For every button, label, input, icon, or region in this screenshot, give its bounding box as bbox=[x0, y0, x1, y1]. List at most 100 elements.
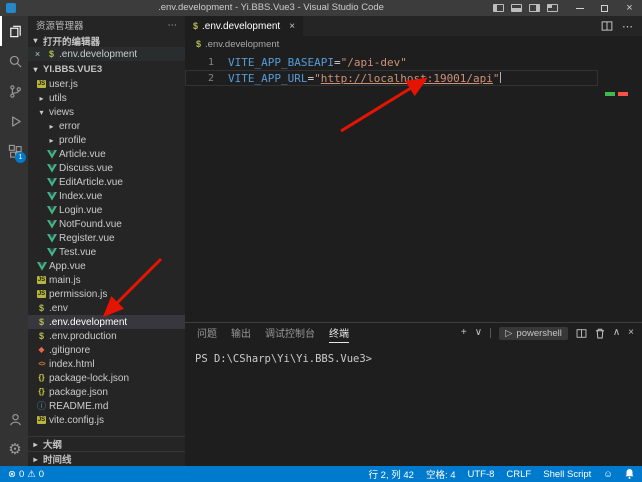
project-root-header[interactable]: ▾ YI.BBS.VUE3 bbox=[28, 61, 185, 77]
tree-item-utils[interactable]: ▸utils bbox=[28, 91, 185, 105]
env-key: VITE_APP_BASEAPI bbox=[228, 56, 334, 69]
chevron-right-icon: ▸ bbox=[28, 440, 43, 449]
close-button[interactable]: × bbox=[617, 0, 642, 16]
code-line-1: 1 VITE_APP_BASEAPI="/api-dev" bbox=[185, 54, 598, 70]
tree-item-NotFound.vue[interactable]: NotFound.vue bbox=[28, 217, 185, 231]
open-editor-item[interactable]: × $ .env.development bbox=[28, 47, 185, 61]
tree-item-package.json[interactable]: {}package.json bbox=[28, 385, 185, 399]
cursor-position[interactable]: 行 2, 列 42 bbox=[369, 467, 414, 481]
explorer-icon[interactable] bbox=[0, 16, 28, 46]
tree-item-Login.vue[interactable]: Login.vue bbox=[28, 203, 185, 217]
bell-icon[interactable] bbox=[625, 469, 634, 479]
error-icon: ⊗ bbox=[8, 469, 16, 480]
tree-item-vite.config.js[interactable]: JSvite.config.js bbox=[28, 413, 185, 427]
status-left: ⊗ 0 ⚠ 0 bbox=[8, 469, 44, 480]
tree-item-permission.js[interactable]: JSpermission.js bbox=[28, 287, 185, 301]
js-file-icon: JS bbox=[34, 416, 49, 424]
vscode-window: .env.development - Yi.BBS.Vue3 - Visual … bbox=[0, 0, 642, 482]
close-panel-icon[interactable]: × bbox=[628, 328, 634, 338]
vscode-logo-icon bbox=[6, 3, 16, 13]
tree-item-user.js[interactable]: JSuser.js bbox=[28, 77, 185, 91]
vue-file-icon bbox=[44, 248, 59, 257]
tab-env-development[interactable]: $ .env.development × bbox=[185, 16, 303, 36]
new-terminal-icon[interactable]: + bbox=[461, 328, 467, 338]
tree-item-EditArticle.vue[interactable]: EditArticle.vue bbox=[28, 175, 185, 189]
toggle-panel-icon[interactable] bbox=[511, 4, 522, 12]
more-actions-icon[interactable]: ⋯ bbox=[622, 20, 633, 33]
kill-terminal-icon[interactable] bbox=[595, 328, 605, 339]
extensions-icon[interactable]: 1 bbox=[0, 136, 28, 166]
tree-item-.gitignore[interactable]: ◆.gitignore bbox=[28, 343, 185, 357]
customize-layout-icon[interactable] bbox=[547, 4, 558, 12]
window-title: .env.development - Yi.BBS.Vue3 - Visual … bbox=[60, 0, 482, 16]
tab-problems[interactable]: 问题 bbox=[197, 323, 217, 343]
tree-item-README.md[interactable]: ⓘREADME.md bbox=[28, 399, 185, 413]
vue-file-icon bbox=[44, 150, 59, 159]
tree-item-Discuss.vue[interactable]: Discuss.vue bbox=[28, 161, 185, 175]
tree-item-.env.production[interactable]: $.env.production bbox=[28, 329, 185, 343]
terminal-icon: ▷ bbox=[505, 328, 512, 339]
toggle-sidebar-icon[interactable] bbox=[493, 4, 504, 12]
tree-item-main.js[interactable]: JSmain.js bbox=[28, 273, 185, 287]
tree-item-views[interactable]: ▾views bbox=[28, 105, 185, 119]
breadcrumb[interactable]: $ .env.development bbox=[185, 36, 642, 52]
indentation-status[interactable]: 空格: 4 bbox=[426, 467, 456, 481]
tree-item-.env.development[interactable]: $.env.development bbox=[28, 315, 185, 329]
settings-gear-icon[interactable]: ⚙ bbox=[0, 434, 28, 464]
encoding-status[interactable]: UTF-8 bbox=[468, 469, 495, 480]
vue-file-icon bbox=[44, 206, 59, 215]
problems-status[interactable]: ⊗ 0 ⚠ 0 bbox=[8, 469, 44, 480]
tree-item-package-lock.json[interactable]: {}package-lock.json bbox=[28, 371, 185, 385]
tree-item-Article.vue[interactable]: Article.vue bbox=[28, 147, 185, 161]
eol-status[interactable]: CRLF bbox=[506, 469, 531, 480]
extensions-badge: 1 bbox=[15, 152, 26, 163]
status-right: 行 2, 列 42 空格: 4 UTF-8 CRLF Shell Script … bbox=[369, 467, 634, 481]
timeline-section-header[interactable]: ▸ 时间线 bbox=[28, 451, 185, 466]
account-icon[interactable] bbox=[0, 404, 28, 434]
chevron-down-icon[interactable]: ∨ bbox=[475, 328, 482, 338]
close-icon[interactable]: × bbox=[31, 49, 44, 59]
tree-item-profile[interactable]: ▸profile bbox=[28, 133, 185, 147]
env-value: "/api-dev" bbox=[341, 56, 407, 69]
tree-item-.env[interactable]: $.env bbox=[28, 301, 185, 315]
close-icon[interactable]: × bbox=[289, 21, 295, 32]
search-icon[interactable] bbox=[0, 46, 28, 76]
split-editor-icon[interactable] bbox=[601, 20, 613, 32]
minimize-button[interactable] bbox=[567, 0, 592, 16]
tree-item-Test.vue[interactable]: Test.vue bbox=[28, 245, 185, 259]
vue-file-icon bbox=[44, 192, 59, 201]
outline-section-header[interactable]: ▸ 大纲 bbox=[28, 436, 185, 451]
panel-actions: + ∨ ▷ powershell ∧ × bbox=[461, 327, 634, 340]
split-terminal-icon[interactable] bbox=[576, 328, 587, 339]
code-line-2: 2 VITE_APP_URL="http://localhost:19001/a… bbox=[185, 70, 598, 86]
tree-item-index.html[interactable]: <>index.html bbox=[28, 357, 185, 371]
terminal-shell-selector[interactable]: ▷ powershell bbox=[499, 327, 568, 340]
shell-file-icon: $ bbox=[34, 332, 49, 341]
code-area[interactable]: 1 VITE_APP_BASEAPI="/api-dev" 2 VITE_APP… bbox=[185, 52, 642, 86]
api-url-link[interactable]: http://localhost:19001/api bbox=[321, 72, 493, 85]
toggle-secondary-sidebar-icon[interactable] bbox=[529, 4, 540, 12]
terminal-output[interactable]: PS D:\CSharp\Yi\Yi.BBS.Vue3> bbox=[185, 343, 642, 365]
open-editors-header[interactable]: ▾ 打开的编辑器 bbox=[28, 34, 185, 47]
language-mode[interactable]: Shell Script bbox=[543, 469, 591, 480]
tab-debug-console[interactable]: 调试控制台 bbox=[265, 323, 315, 343]
title-bar: .env.development - Yi.BBS.Vue3 - Visual … bbox=[0, 0, 642, 16]
run-debug-icon[interactable] bbox=[0, 106, 28, 136]
tree-item-App.vue[interactable]: App.vue bbox=[28, 259, 185, 273]
extension-ticker-indicator bbox=[605, 92, 628, 96]
tab-terminal[interactable]: 终端 bbox=[329, 323, 349, 343]
tree-item-Register.vue[interactable]: Register.vue bbox=[28, 231, 185, 245]
maximize-panel-icon[interactable]: ∧ bbox=[613, 328, 620, 338]
tree-item-Index.vue[interactable]: Index.vue bbox=[28, 189, 185, 203]
activity-bar: 1 ⚙ bbox=[0, 16, 28, 466]
editor-tab-bar: $ .env.development × ⋯ bbox=[185, 16, 642, 36]
feedback-icon[interactable]: ☺ bbox=[603, 469, 613, 480]
editor-actions: ⋯ bbox=[601, 16, 642, 36]
more-actions-icon[interactable]: ⋯ bbox=[168, 20, 178, 31]
tree-item-error[interactable]: ▸error bbox=[28, 119, 185, 133]
source-control-icon[interactable] bbox=[0, 76, 28, 106]
maximize-button[interactable] bbox=[592, 0, 617, 16]
panel-tab-bar: 问题 输出 调试控制台 终端 + ∨ ▷ powershell ∧ × bbox=[185, 323, 642, 343]
tab-output[interactable]: 输出 bbox=[231, 323, 251, 343]
chevron-right-icon: ▸ bbox=[28, 455, 43, 464]
